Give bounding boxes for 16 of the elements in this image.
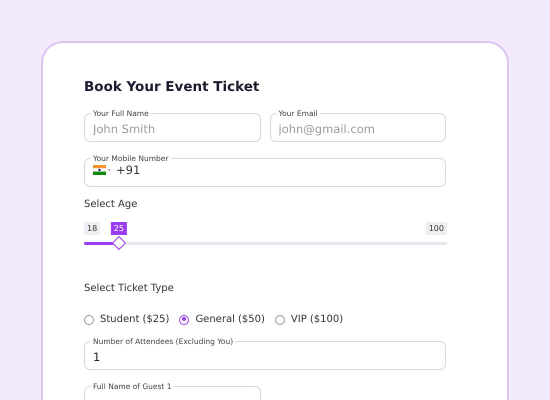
radio-icon[interactable] (179, 314, 190, 324)
email-input[interactable]: john@gmail.com (278, 122, 437, 136)
flag-dropdown-icon[interactable] (93, 164, 111, 176)
radio-option[interactable]: VIP ($100) (274, 314, 344, 325)
radio-option[interactable]: General ($50) (179, 314, 265, 325)
form-title: Book Your Event Ticket (84, 79, 260, 95)
phone-input[interactable]: +91 (116, 163, 437, 177)
min-value: 18 (84, 222, 100, 235)
max-value: 100 (426, 222, 447, 235)
value-bubble: 25 (110, 222, 127, 235)
radio-icon[interactable] (274, 314, 285, 324)
age-label: Select Age (84, 199, 138, 210)
ticket-type-label: Select Ticket Type (84, 283, 175, 294)
radio-option[interactable]: Student ($25) (84, 314, 170, 325)
radio-icon[interactable] (84, 314, 94, 324)
attendees-input[interactable]: 1 (93, 350, 437, 364)
